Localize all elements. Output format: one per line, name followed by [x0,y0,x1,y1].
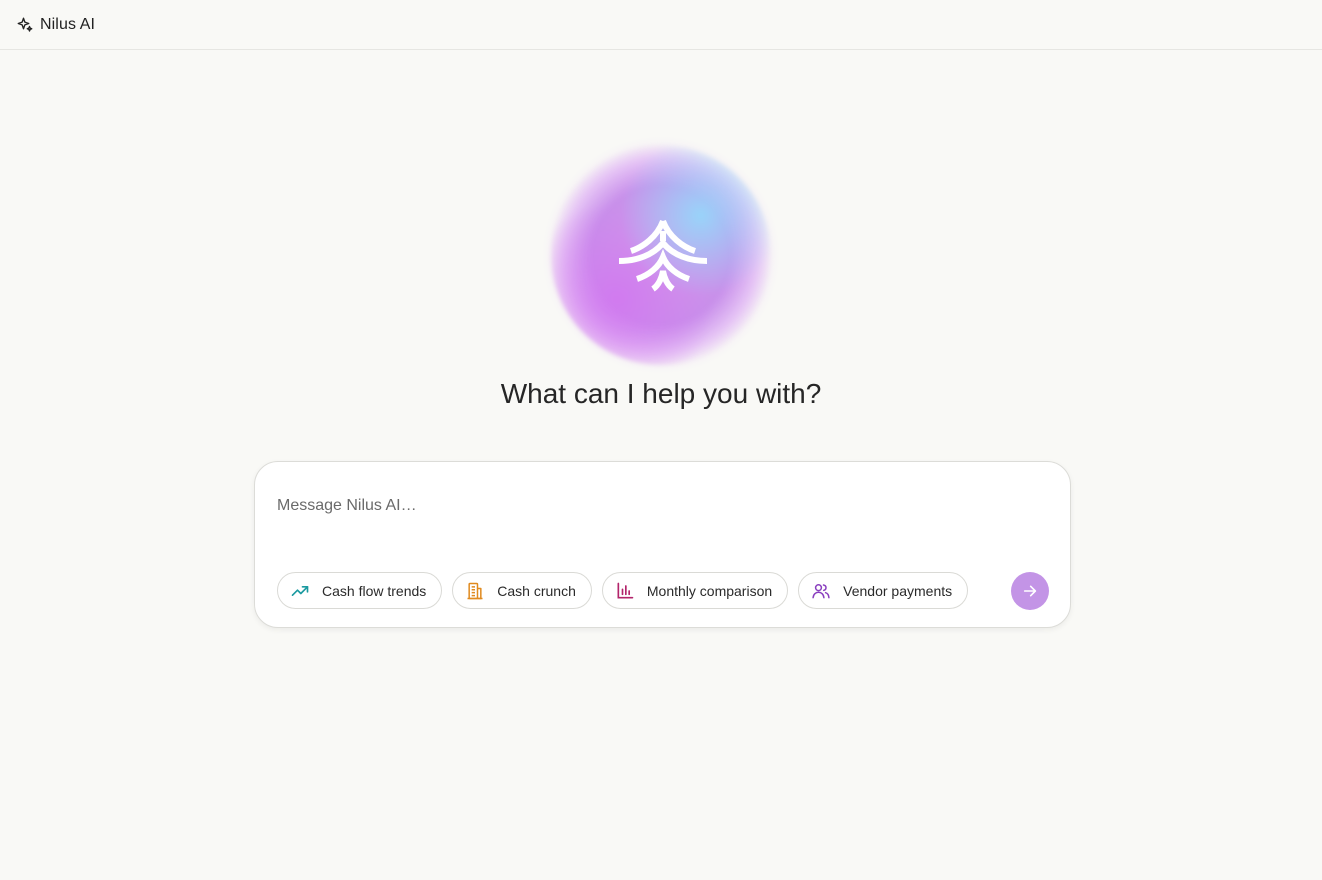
suggestion-chips: Cash flow trends Cash crunch Monthly com… [277,572,969,609]
suggestion-monthly-comparison[interactable]: Monthly comparison [601,572,789,609]
page-headline: What can I help you with? [500,378,822,409]
suggestion-cash-crunch[interactable]: Cash crunch [452,572,592,609]
suggestion-cash-flow-trends[interactable]: Cash flow trends [277,572,443,609]
chip-label: Cash crunch [497,582,576,599]
bar-chart-icon [617,582,634,598]
message-composer: Cash flow trends Cash crunch Monthly com… [254,461,1071,628]
building-icon [467,582,483,599]
trending-up-icon [291,585,309,596]
top-bar: Nilus AI [0,0,1322,50]
suggestion-vendor-payments[interactable]: Vendor payments [798,572,969,609]
nilus-logo-icon [618,219,708,292]
chip-label: Monthly comparison [646,582,773,599]
message-input[interactable] [277,486,1037,526]
chip-label: Cash flow trends [322,582,427,599]
brand-name: Nilus AI [40,15,96,33]
send-button[interactable] [1011,572,1049,610]
hero-orb [541,135,781,375]
users-icon [812,583,830,598]
sparkle-icon [17,17,33,32]
arrow-right-icon [1023,585,1037,597]
brand[interactable]: Nilus AI [16,16,95,34]
chip-label: Vendor payments [843,582,953,599]
